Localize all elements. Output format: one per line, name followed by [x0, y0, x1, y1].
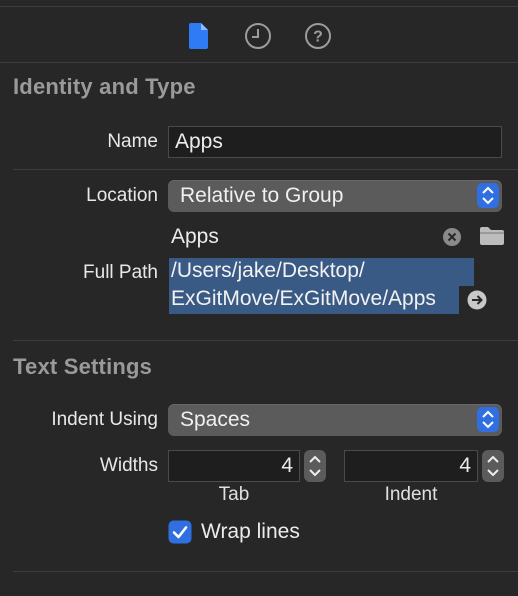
- toolbar-divider: [0, 62, 518, 63]
- identity-divider: [13, 340, 518, 341]
- top-divider: [0, 6, 518, 7]
- reveal-arrow-icon[interactable]: [467, 290, 487, 315]
- tab-width-stepper[interactable]: [304, 450, 326, 482]
- wrap-lines-label[interactable]: Wrap lines: [201, 520, 300, 544]
- popup-chevrons-icon: [477, 183, 499, 208]
- tab-width-field[interactable]: 4: [168, 450, 300, 482]
- history-inspector-icon[interactable]: [244, 22, 272, 55]
- widths-label: Widths: [99, 455, 158, 476]
- help-inspector-icon[interactable]: ?: [304, 22, 332, 55]
- full-path-line2[interactable]: ExGitMove/ExGitMove/Apps: [171, 287, 436, 311]
- full-path-line1[interactable]: /Users/jake/Desktop/: [171, 259, 365, 283]
- name-divider: [13, 169, 518, 170]
- location-popup[interactable]: Relative to Group: [168, 180, 502, 212]
- name-field[interactable]: Apps: [168, 126, 502, 158]
- location-label: Location: [86, 185, 158, 206]
- text-settings-title: Text Settings: [13, 354, 153, 379]
- svg-text:?: ?: [313, 29, 323, 46]
- full-path-selection: /Users/jake/Desktop/ ExGitMove/ExGitMove…: [169, 258, 474, 314]
- indent-using-popup[interactable]: Spaces: [168, 404, 502, 436]
- inspector-toolbar: ?: [180, 18, 340, 54]
- wrap-lines-checkbox[interactable]: [168, 520, 192, 549]
- bottom-divider: [13, 571, 518, 572]
- name-label: Name: [107, 131, 158, 152]
- folder-icon[interactable]: [479, 226, 505, 251]
- indent-label: Indent: [384, 484, 438, 505]
- indent-using-value: Spaces: [180, 408, 251, 431]
- file-inspector-icon[interactable]: [188, 22, 210, 55]
- clear-icon[interactable]: [442, 227, 462, 252]
- indent-width-stepper[interactable]: [482, 450, 504, 482]
- location-popup-value: Relative to Group: [180, 184, 344, 207]
- location-file-name: Apps: [171, 225, 219, 248]
- indent-width-field[interactable]: 4: [344, 450, 478, 482]
- tab-label: Tab: [218, 484, 250, 505]
- full-path-label: Full Path: [83, 262, 158, 283]
- popup-chevrons-icon: [477, 407, 499, 432]
- identity-section-title: Identity and Type: [13, 74, 196, 99]
- indent-using-label: Indent Using: [51, 409, 158, 430]
